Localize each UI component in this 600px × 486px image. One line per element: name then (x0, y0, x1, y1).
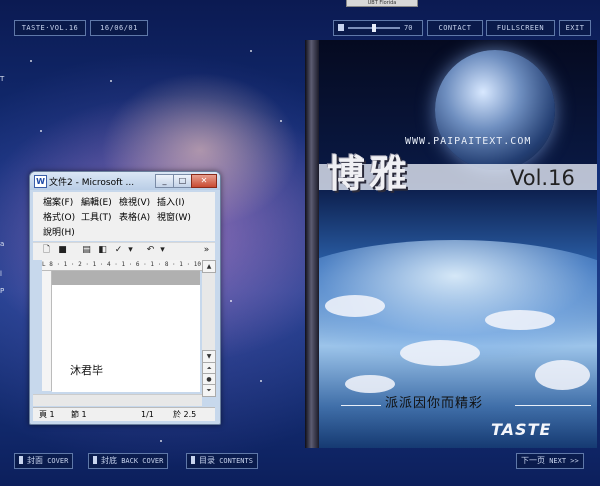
star (280, 120, 282, 122)
cover-button-zh: 封面 (27, 456, 43, 465)
back-cover-button[interactable]: 封底 BACK COVER (88, 453, 169, 469)
new-document-icon[interactable]: 🗋 (41, 245, 52, 256)
menu-format[interactable]: 格式(O) (43, 210, 75, 223)
cover-volume-number: Vol.16 (510, 166, 575, 190)
contents-button-zh: 目录 (199, 456, 215, 465)
slogan-rule-left (341, 405, 381, 406)
status-pages: 1/1 (141, 410, 154, 419)
word-menu-bar: 檔案(F) 編輯(E) 檢視(V) 插入(I) 格式(O) 工具(T) 表格(A… (33, 192, 215, 241)
status-page: 頁 1 (39, 410, 55, 419)
cloud (535, 360, 590, 390)
cover-brand-logo: 博雅 (327, 151, 412, 196)
square-icon (191, 456, 195, 464)
menu-window[interactable]: 視窗(W) (157, 210, 191, 223)
issue-title: TASTE·VOL.16 (14, 20, 86, 36)
document-text[interactable]: 沐君毕 (70, 362, 103, 378)
volume-knob[interactable] (372, 24, 376, 32)
cover-button-en: COVER (47, 457, 69, 465)
sliver-char: T (0, 75, 5, 83)
cover-website: WWW.PAIPAITEXT.COM (405, 136, 532, 147)
exit-button[interactable]: EXIT (559, 20, 591, 36)
contact-button[interactable]: CONTACT (427, 20, 483, 36)
horizontal-scrollbar[interactable] (33, 394, 202, 406)
star (30, 60, 32, 62)
square-icon (93, 456, 97, 464)
star (250, 50, 252, 52)
menu-view[interactable]: 檢視(V) (119, 195, 150, 208)
volume-control[interactable]: 70 (333, 20, 423, 36)
star (160, 440, 162, 442)
word-title-bar[interactable]: W 文件2 - Microsoft ... _ □ ✕ (30, 172, 220, 190)
scroll-up-icon[interactable]: ▲ (202, 260, 216, 273)
contents-button-en: CONTENTS (219, 457, 253, 465)
close-button[interactable]: ✕ (191, 174, 217, 188)
horizontal-ruler[interactable]: L 8 · 1 · 2 · 1 · 4 · 1 · 6 · 1 · 8 · 1 … (42, 260, 202, 271)
undo-dropdown-icon[interactable]: ▾ (157, 245, 168, 256)
cover-taste-logo: TASTE (491, 420, 552, 439)
word-window[interactable]: W 文件2 - Microsoft ... _ □ ✕ 檔案(F) 編輯(E) … (29, 171, 221, 425)
fullscreen-button[interactable]: FULLSCREEN (486, 20, 555, 36)
word-toolbar: 🗋 ■ ▤ ◧ ✓ ▾ ↶ ▾ » (33, 242, 215, 260)
planet-image (435, 50, 555, 170)
square-icon (19, 456, 23, 464)
star (40, 130, 42, 132)
issue-date: 16/06/01 (90, 20, 148, 36)
word-app-icon[interactable]: W (34, 175, 47, 188)
next-page-icon[interactable]: ⏷ (202, 384, 216, 397)
speaker-icon[interactable] (338, 24, 344, 31)
minimize-button[interactable]: _ (155, 174, 174, 188)
spelling-icon[interactable]: ✓ (113, 245, 124, 256)
vertical-scrollbar[interactable]: ▲ ▼ ⏶ ● ⏷ (202, 260, 216, 397)
next-page-button-en: NEXT >> (549, 457, 579, 465)
print-preview-icon[interactable]: ◧ (97, 245, 108, 256)
next-page-button[interactable]: 下一页 NEXT >> (516, 453, 584, 469)
next-page-button-zh: 下一页 (521, 456, 545, 465)
status-section: 節 1 (71, 410, 87, 419)
word-status-bar: 頁 1 節 1 1/1 於 2.5 (33, 407, 215, 421)
star (230, 300, 232, 302)
contents-button[interactable]: 目录 CONTENTS (186, 453, 258, 469)
cloud (400, 340, 480, 366)
undo-icon[interactable]: ↶ (145, 245, 156, 256)
cover-button[interactable]: 封面 COVER (14, 453, 74, 469)
word-window-title: 文件2 - Microsoft ... (49, 178, 135, 188)
top-overlay-text: UBT Florida (367, 0, 397, 6)
star (260, 380, 262, 382)
menu-file[interactable]: 檔案(F) (43, 195, 73, 208)
save-icon[interactable]: ■ (57, 245, 68, 256)
top-overlay-window: UBT Florida (346, 0, 418, 7)
maximize-button[interactable]: □ (173, 174, 192, 188)
status-position: 於 2.5 (173, 410, 197, 419)
print-icon[interactable]: ▤ (81, 245, 92, 256)
page-top-shade (52, 271, 200, 285)
cover-slogan: 派派因你而精彩 (385, 396, 484, 411)
magazine-cover[interactable]: WWW.PAIPAITEXT.COM 博雅 Vol.16 派派因你而精彩 TAS… (305, 40, 597, 448)
back-cover-button-zh: 封底 (101, 456, 117, 465)
cloud (485, 310, 555, 330)
sliver-char: P (0, 287, 5, 295)
menu-tools[interactable]: 工具(T) (81, 210, 112, 223)
left-window-sliver: T a l P (0, 0, 8, 486)
slogan-rule-right (515, 405, 591, 406)
vertical-ruler[interactable] (42, 271, 52, 391)
menu-help[interactable]: 說明(H) (43, 225, 75, 238)
menu-edit[interactable]: 編輯(E) (81, 195, 112, 208)
back-cover-button-en: BACK COVER (121, 457, 164, 465)
star (110, 80, 112, 82)
menu-insert[interactable]: 插入(I) (157, 195, 185, 208)
toolbar-overflow-icon[interactable]: » (201, 245, 212, 256)
sliver-char: a (0, 240, 5, 248)
volume-value: 70 (404, 24, 413, 32)
menu-table[interactable]: 表格(A) (119, 210, 150, 223)
cloud (325, 295, 385, 317)
sliver-char: l (0, 270, 2, 278)
cloud (345, 375, 395, 393)
dropdown-icon[interactable]: ▾ (125, 245, 136, 256)
cover-spine (305, 40, 319, 448)
